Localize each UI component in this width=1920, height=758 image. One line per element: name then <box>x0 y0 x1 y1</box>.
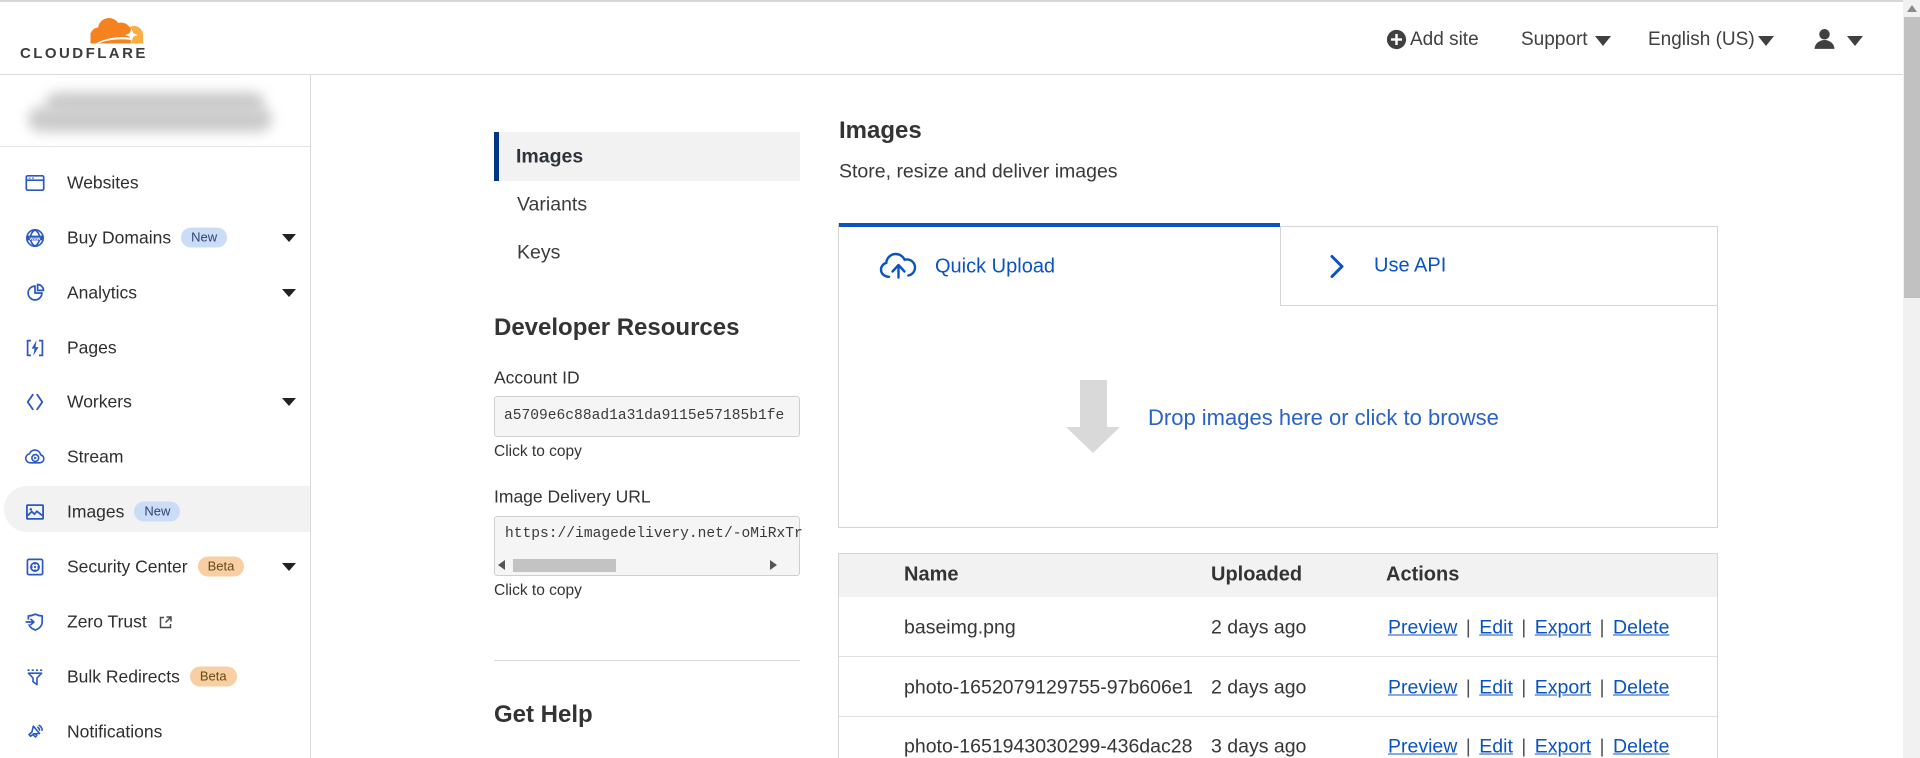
svg-text:www: www <box>29 236 41 241</box>
